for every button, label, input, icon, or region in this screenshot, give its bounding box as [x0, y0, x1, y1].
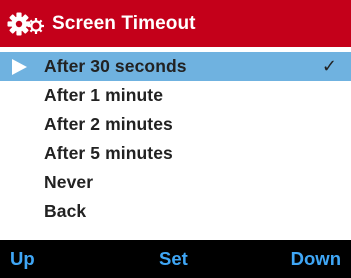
- option-back[interactable]: Back: [0, 197, 351, 226]
- down-softkey[interactable]: Down: [291, 240, 341, 278]
- gears-icon: [0, 0, 52, 47]
- option-label: After 1 minute: [44, 85, 164, 105]
- set-softkey[interactable]: Set: [159, 240, 188, 278]
- option-after-30-seconds[interactable]: After 30 seconds ✓: [0, 52, 351, 81]
- option-after-1-minute[interactable]: After 1 minute: [0, 81, 351, 110]
- timeout-options-list: After 30 seconds ✓ After 1 minute After …: [0, 52, 351, 228]
- checkmark-icon: ✓: [321, 56, 337, 77]
- option-after-2-minutes[interactable]: After 2 minutes: [0, 110, 351, 139]
- selection-arrow-icon: [12, 59, 27, 75]
- softkey-bar: Up Set Down: [0, 240, 351, 278]
- device-screen: Screen Timeout After 30 seconds ✓ After …: [0, 0, 351, 278]
- up-softkey[interactable]: Up: [10, 240, 35, 278]
- option-never[interactable]: Never: [0, 168, 351, 197]
- option-after-5-minutes[interactable]: After 5 minutes: [0, 139, 351, 168]
- page-title: Screen Timeout: [52, 13, 196, 34]
- option-label: After 2 minutes: [44, 114, 173, 134]
- option-label: Never: [44, 172, 94, 192]
- option-label: Back: [44, 201, 87, 221]
- option-label: After 5 minutes: [44, 143, 173, 163]
- option-label: After 30 seconds: [44, 56, 187, 76]
- title-bar: Screen Timeout: [0, 0, 351, 47]
